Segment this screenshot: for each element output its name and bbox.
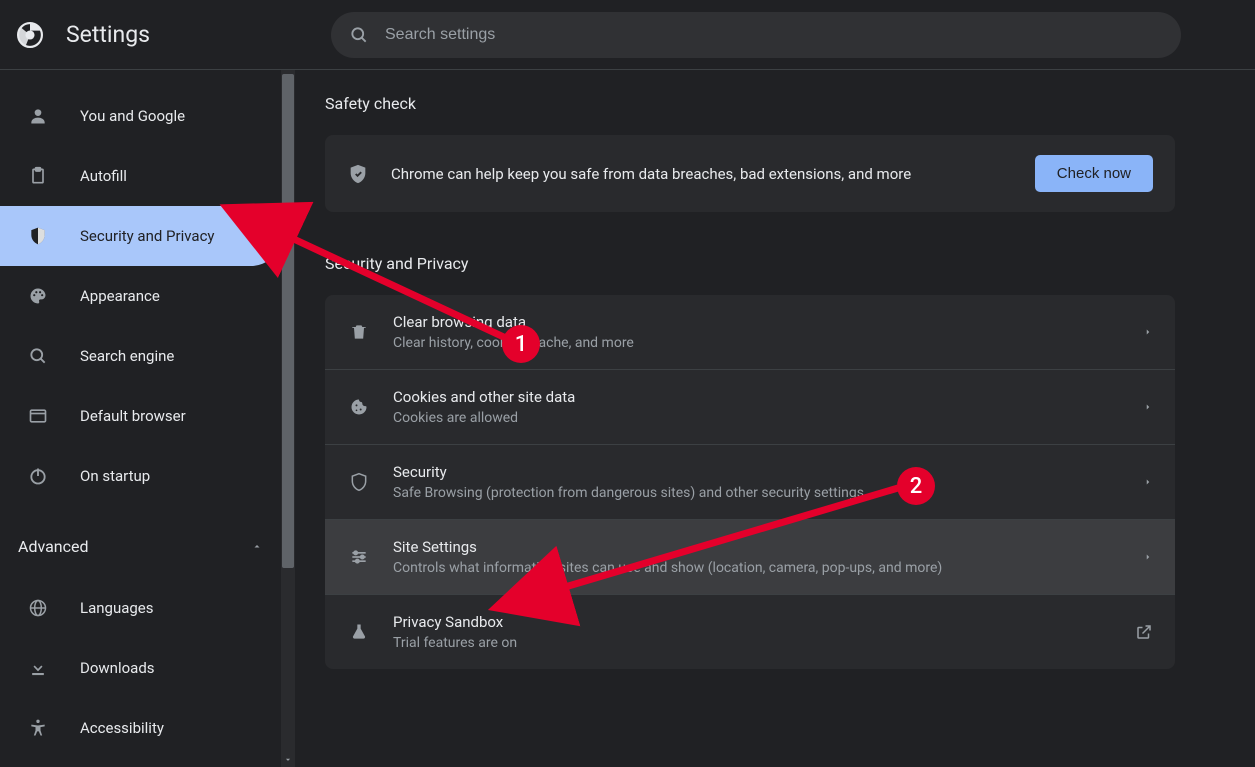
chevron-right-icon	[1143, 477, 1153, 487]
row-cookies[interactable]: Cookies and other site data Cookies are …	[325, 370, 1175, 445]
row-clear-browsing-data[interactable]: Clear browsing data Clear history, cooki…	[325, 295, 1175, 370]
row-subtitle: Safe Browsing (protection from dangerous…	[393, 485, 1143, 501]
page-title: Settings	[66, 21, 311, 48]
main-content: Safety check Chrome can help keep you sa…	[295, 70, 1255, 767]
clipboard-icon	[28, 166, 52, 186]
safety-check-heading: Safety check	[325, 94, 1175, 113]
row-subtitle: Trial features are on	[393, 635, 1135, 651]
row-title: Site Settings	[393, 538, 1143, 556]
row-title: Security	[393, 463, 1143, 481]
power-icon	[28, 466, 52, 486]
sidebar-item-label: Security and Privacy	[80, 227, 215, 245]
sidebar-item-label: Default browser	[80, 407, 186, 425]
sidebar-item-label: Search engine	[80, 347, 174, 365]
globe-icon	[28, 598, 52, 618]
chevron-right-icon	[1143, 327, 1153, 337]
row-subtitle: Controls what information sites can use …	[393, 560, 1143, 576]
person-icon	[28, 106, 52, 126]
scroll-down-icon[interactable]	[281, 753, 295, 767]
safety-check-card: Chrome can help keep you safe from data …	[325, 135, 1175, 212]
flask-icon	[347, 622, 371, 642]
chevron-right-icon	[1143, 552, 1153, 562]
shield-check-icon	[347, 163, 369, 185]
search-input[interactable]	[385, 26, 1163, 44]
chrome-logo-icon	[16, 21, 44, 49]
sidebar-item-autofill[interactable]: Autofill	[0, 146, 281, 206]
sidebar-group-advanced[interactable]: Advanced	[0, 522, 281, 570]
search-icon	[349, 25, 369, 45]
browser-icon	[28, 406, 52, 426]
sidebar-item-label: Accessibility	[80, 719, 164, 737]
scrollbar-thumb[interactable]	[282, 74, 294, 568]
app-header: Settings	[0, 0, 1255, 70]
sidebar-item-security-and-privacy[interactable]: Security and Privacy	[0, 206, 281, 266]
sidebar-item-label: Languages	[80, 599, 154, 617]
search-container[interactable]	[331, 12, 1181, 58]
row-title: Cookies and other site data	[393, 388, 1143, 406]
sidebar-item-you-and-google[interactable]: You and Google	[0, 86, 281, 146]
sidebar-scrollbar[interactable]	[281, 70, 295, 767]
row-subtitle: Clear history, cookies, cache, and more	[393, 335, 1143, 351]
sidebar-item-search-engine[interactable]: Search engine	[0, 326, 281, 386]
sidebar-item-default-browser[interactable]: Default browser	[0, 386, 281, 446]
shield-outline-icon	[347, 472, 371, 492]
sidebar-item-label: On startup	[80, 467, 150, 485]
tune-icon	[347, 547, 371, 567]
sidebar-item-downloads[interactable]: Downloads	[0, 638, 281, 698]
launch-icon	[1135, 623, 1153, 641]
check-now-button[interactable]: Check now	[1035, 155, 1153, 192]
download-icon	[28, 658, 52, 678]
row-security[interactable]: Security Safe Browsing (protection from …	[325, 445, 1175, 520]
sidebar-item-on-startup[interactable]: On startup	[0, 446, 281, 506]
sidebar-item-label: You and Google	[80, 107, 185, 125]
search-icon	[28, 346, 52, 366]
sidebar-item-accessibility[interactable]: Accessibility	[0, 698, 281, 758]
security-privacy-card: Clear browsing data Clear history, cooki…	[325, 295, 1175, 669]
shield-icon	[28, 226, 52, 246]
security-privacy-heading: Security and Privacy	[325, 254, 1175, 273]
sidebar-item-label: Autofill	[80, 167, 127, 185]
row-title: Clear browsing data	[393, 313, 1143, 331]
sidebar-item-label: Downloads	[80, 659, 155, 677]
row-subtitle: Cookies are allowed	[393, 410, 1143, 426]
row-privacy-sandbox[interactable]: Privacy Sandbox Trial features are on	[325, 595, 1175, 669]
palette-icon	[28, 286, 52, 306]
sidebar: You and Google Autofill Security and Pri…	[0, 70, 295, 767]
chevron-up-icon	[251, 540, 263, 552]
accessibility-icon	[28, 718, 52, 738]
sidebar-item-languages[interactable]: Languages	[0, 578, 281, 638]
safety-check-text: Chrome can help keep you safe from data …	[391, 165, 1035, 183]
sidebar-group-label: Advanced	[18, 537, 89, 556]
row-site-settings[interactable]: Site Settings Controls what information …	[325, 520, 1175, 595]
cookie-icon	[347, 397, 371, 417]
sidebar-item-appearance[interactable]: Appearance	[0, 266, 281, 326]
row-title: Privacy Sandbox	[393, 613, 1135, 631]
chevron-right-icon	[1143, 402, 1153, 412]
sidebar-item-label: Appearance	[80, 287, 160, 305]
trash-icon	[347, 322, 371, 342]
